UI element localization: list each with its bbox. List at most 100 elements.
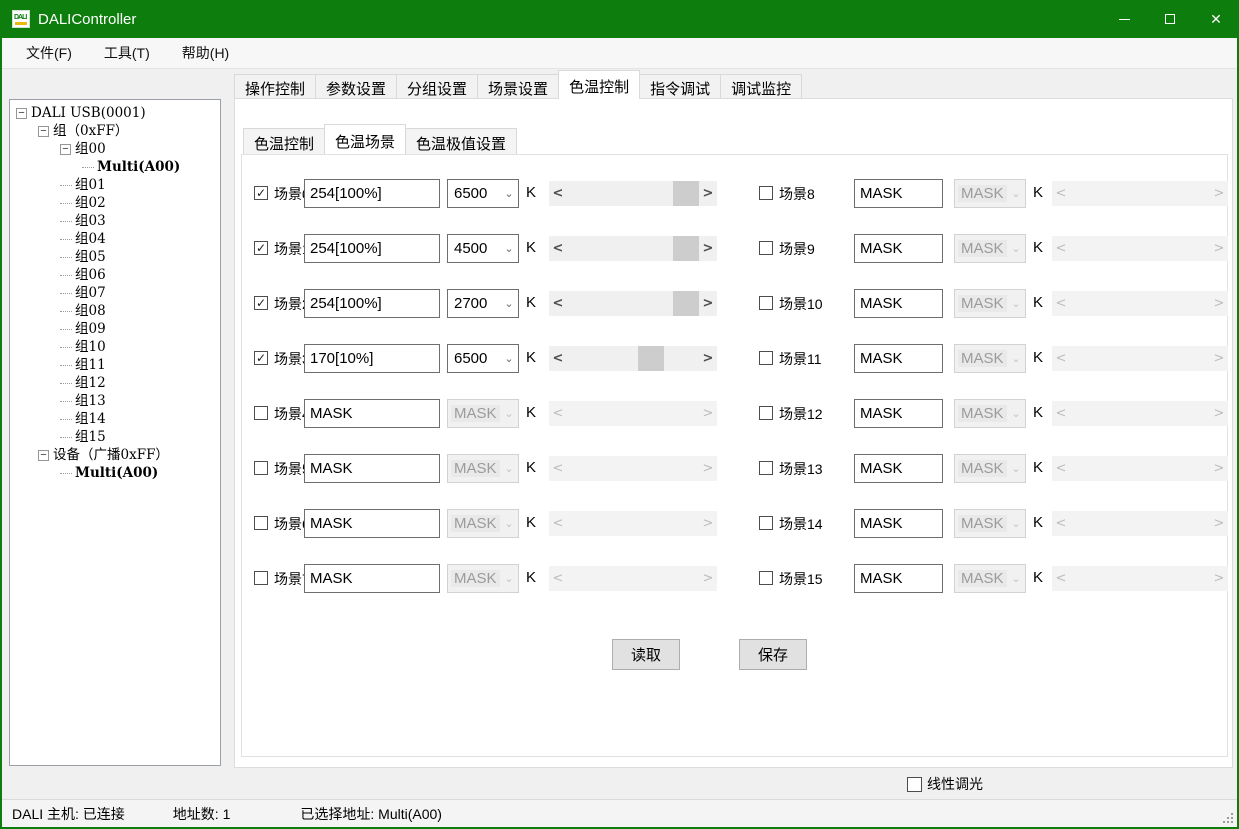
minimize-button[interactable] <box>1101 0 1147 38</box>
main-tab-strip: 操作控制参数设置分组设置场景设置色温控制指令调试调试监控 <box>234 73 801 99</box>
tree-item-16[interactable]: 组13 <box>10 392 220 410</box>
scene-checkbox[interactable] <box>759 516 773 530</box>
tree-item-label: 组14 <box>75 410 106 428</box>
tree-connector <box>60 275 72 276</box>
scene-level-input[interactable]: MASK <box>854 454 943 483</box>
tree-item-3[interactable]: Multi(A00) <box>10 158 220 176</box>
tree-item-14[interactable]: 组11 <box>10 356 220 374</box>
chevron-down-icon: ⌄ <box>1007 297 1025 310</box>
tree-item-0[interactable]: −DALI USB(0001) <box>10 104 220 122</box>
menu-item-1[interactable]: 工具(T) <box>92 38 162 68</box>
tab-分组设置[interactable]: 分组设置 <box>396 74 478 99</box>
menu-item-0[interactable]: 文件(F) <box>14 38 84 68</box>
kelvin-unit-label: K <box>1033 184 1043 201</box>
scene-level-scrollbar: <> <box>1052 346 1228 371</box>
tree-item-18[interactable]: 组15 <box>10 428 220 446</box>
tree-item-8[interactable]: 组05 <box>10 248 220 266</box>
read-button[interactable]: 读取 <box>612 639 680 670</box>
scene-level-input[interactable]: MASK <box>854 399 943 428</box>
scene-temp-value: MASK <box>958 405 1007 422</box>
tree-item-9[interactable]: 组06 <box>10 266 220 284</box>
scene-label: 场景11 <box>779 349 822 369</box>
scroll-right-icon: > <box>1210 401 1228 426</box>
tree-item-label: 组（0xFF） <box>53 122 128 140</box>
tree-connector <box>60 221 72 222</box>
scene-temp-value: MASK <box>958 240 1007 257</box>
tree-item-20[interactable]: Multi(A00) <box>10 464 220 482</box>
status-address-count: 地址数: 1 <box>173 804 231 824</box>
scene-level-input[interactable]: MASK <box>854 564 943 593</box>
scene-level-input[interactable]: MASK <box>854 179 943 208</box>
scene-checkbox[interactable] <box>759 406 773 420</box>
tree-expander-icon[interactable]: − <box>60 144 71 155</box>
save-button[interactable]: 保存 <box>739 639 807 670</box>
scene-checkbox[interactable] <box>759 571 773 585</box>
menu-item-2[interactable]: 帮助(H) <box>170 38 241 68</box>
tree-item-4[interactable]: 组01 <box>10 176 220 194</box>
title-bar: DALIController ✕ <box>0 0 1239 38</box>
scroll-right-icon: > <box>1210 511 1228 536</box>
tree-item-label: Multi(A00) <box>97 158 180 176</box>
tree-item-10[interactable]: 组07 <box>10 284 220 302</box>
scene-checkbox[interactable] <box>759 186 773 200</box>
scene-row-13: 场景13MASKMASK⌄K<> <box>242 454 1229 483</box>
tab-场景设置[interactable]: 场景设置 <box>477 74 559 99</box>
tree-item-12[interactable]: 组09 <box>10 320 220 338</box>
scene-checkbox[interactable] <box>759 461 773 475</box>
color-temp-tab-page: 色温控制色温场景色温极值设置 ✓场景0254[100%]6500⌄K<>✓场景1… <box>234 98 1233 768</box>
tree-item-15[interactable]: 组12 <box>10 374 220 392</box>
scene-row-11: 场景11MASKMASK⌄K<> <box>242 344 1229 373</box>
linear-dimming-option[interactable]: 线性调光 <box>907 774 983 794</box>
subtab-色温极值设置[interactable]: 色温极值设置 <box>405 128 517 154</box>
app-icon <box>12 10 30 28</box>
tree-item-5[interactable]: 组02 <box>10 194 220 212</box>
tree-expander-icon[interactable]: − <box>38 450 49 461</box>
tree-connector <box>82 167 94 168</box>
tree-item-1[interactable]: −组（0xFF） <box>10 122 220 140</box>
scene-label: 场景15 <box>779 569 823 589</box>
linear-dimming-checkbox[interactable] <box>907 777 922 792</box>
tree-item-2[interactable]: −组00 <box>10 140 220 158</box>
tab-调试监控[interactable]: 调试监控 <box>720 74 802 99</box>
tree-item-7[interactable]: 组04 <box>10 230 220 248</box>
tree-item-label: 组09 <box>75 320 106 338</box>
scene-temp-value: MASK <box>958 570 1007 587</box>
scene-level-scrollbar: <> <box>1052 566 1228 591</box>
tree-item-19[interactable]: −设备（广播0xFF） <box>10 446 220 464</box>
tree-expander-icon[interactable]: − <box>16 108 27 119</box>
tree-item-6[interactable]: 组03 <box>10 212 220 230</box>
tree-item-label: 组15 <box>75 428 106 446</box>
tree-item-label: 组08 <box>75 302 106 320</box>
scene-checkbox[interactable] <box>759 241 773 255</box>
scene-level-scrollbar: <> <box>1052 456 1228 481</box>
tree-item-17[interactable]: 组14 <box>10 410 220 428</box>
tree-item-13[interactable]: 组10 <box>10 338 220 356</box>
tab-指令调试[interactable]: 指令调试 <box>639 74 721 99</box>
subtab-色温控制[interactable]: 色温控制 <box>243 128 325 154</box>
tab-色温控制[interactable]: 色温控制 <box>558 70 640 99</box>
scene-level-input[interactable]: MASK <box>854 344 943 373</box>
tab-操作控制[interactable]: 操作控制 <box>234 74 316 99</box>
close-button[interactable]: ✕ <box>1193 0 1239 38</box>
tree-item-label: 组05 <box>75 248 106 266</box>
tree-connector <box>60 311 72 312</box>
tree-connector <box>60 185 72 186</box>
kelvin-unit-label: K <box>1033 239 1043 256</box>
scene-level-input[interactable]: MASK <box>854 289 943 318</box>
scene-checkbox[interactable] <box>759 296 773 310</box>
kelvin-unit-label: K <box>1033 569 1043 586</box>
scene-level-input[interactable]: MASK <box>854 234 943 263</box>
chevron-down-icon: ⌄ <box>1007 352 1025 365</box>
scene-checkbox[interactable] <box>759 351 773 365</box>
maximize-button[interactable] <box>1147 0 1193 38</box>
tab-参数设置[interactable]: 参数设置 <box>315 74 397 99</box>
tree-connector <box>60 419 72 420</box>
scene-level-input[interactable]: MASK <box>854 509 943 538</box>
device-tree[interactable]: −DALI USB(0001)−组（0xFF）−组00Multi(A00)组01… <box>9 99 221 766</box>
tree-item-11[interactable]: 组08 <box>10 302 220 320</box>
subtab-色温场景[interactable]: 色温场景 <box>324 124 406 154</box>
tree-expander-icon[interactable]: − <box>38 126 49 137</box>
scroll-left-icon: < <box>1052 511 1070 536</box>
resize-grip[interactable] <box>1221 811 1233 823</box>
scene-label: 场景8 <box>779 184 815 204</box>
